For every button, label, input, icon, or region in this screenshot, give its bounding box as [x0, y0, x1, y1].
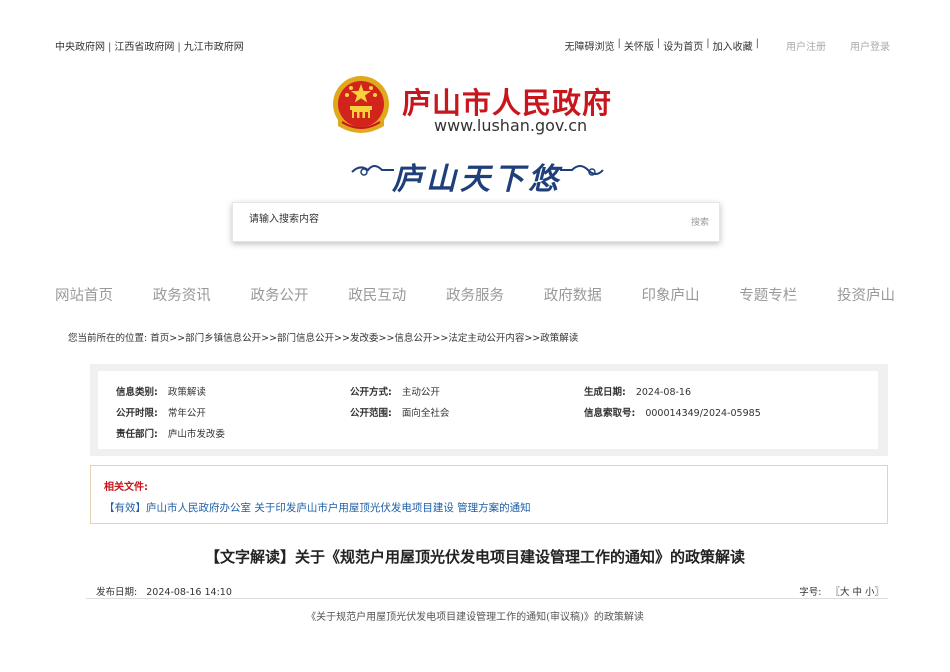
info-value: 庐山市发改委 [167, 429, 225, 440]
info-method: 公开方式: 主动公开 [350, 384, 440, 398]
info-label: 公开时限: [116, 408, 158, 419]
separator: | [755, 38, 759, 49]
slogan-text: 庐山天下悠 [392, 162, 562, 197]
info-dept: 责任部门: 庐山市发改委 [116, 426, 225, 440]
link-set-homepage[interactable]: 设为首页 [663, 38, 703, 53]
link-user-register[interactable]: 用户注册 [786, 38, 826, 53]
info-panel: 信息类别: 政策解读 公开方式: 主动公开 生成日期: 2024-08-16 公开时限… [90, 364, 888, 456]
link-accessibility[interactable]: 无障碍浏览 [565, 38, 615, 53]
info-value: 面向全社会 [401, 408, 450, 419]
info-value: 2024-08-16 [635, 387, 692, 398]
article-meta: 发布日期: 2024-08-16 14:10 字号: 〖大 中 小〗 [96, 584, 886, 598]
info-label: 公开方式: [350, 387, 392, 398]
info-index: 信息索取号: 000014349/2024-05985 [584, 405, 761, 419]
site-url: www.lushan.gov.cn [434, 116, 588, 135]
separator: | [656, 38, 661, 49]
info-value: 常年公开 [167, 408, 206, 419]
nav-data[interactable]: 政府数据 [544, 284, 602, 305]
article-title: 【文字解读】关于《规范户用屋顶光伏发电项目建设管理工作的通知》的政策解读 [204, 548, 745, 566]
separator: | [108, 42, 112, 53]
nav-services[interactable]: 政务服务 [446, 284, 504, 305]
nav-news[interactable]: 政务资讯 [153, 284, 211, 305]
nav-interaction[interactable]: 政民互动 [348, 284, 406, 305]
link-user-login[interactable]: 用户登录 [850, 38, 890, 53]
separator: | [177, 42, 181, 53]
info-scope: 公开范围: 面向全社会 [350, 405, 449, 419]
separator: | [706, 38, 710, 49]
info-label: 生成日期: [584, 387, 626, 398]
info-date: 生成日期: 2024-08-16 [584, 384, 691, 398]
search-input[interactable] [247, 213, 631, 226]
government-links: 中央政府网 | 江西省政府网 | 九江市政府网 [55, 38, 244, 53]
info-value: 主动公开 [401, 387, 440, 398]
info-value: 政策解读 [167, 387, 206, 398]
font-size-options[interactable]: 〖大 中 小〗 [830, 587, 884, 598]
info-label: 信息索取号: [584, 408, 636, 419]
related-files-box: 相关文件: 【有效】庐山市人民政府办公室 关于印发庐山市户用屋顶光伏发电项目建设… [90, 465, 888, 524]
nav-disclosure[interactable]: 政务公开 [251, 284, 309, 305]
slogan-banner: 庐山天下悠 [350, 150, 605, 197]
font-size-switcher: 字号: 〖大 中 小〗 [799, 584, 884, 598]
info-label: 责任部门: [116, 429, 158, 440]
related-file-link[interactable]: 【有效】庐山市人民政府办公室 关于印发庐山市户用屋顶光伏发电项目建设 管理方案的… [104, 500, 531, 515]
publish-date-value: 2024-08-16 14:10 [146, 587, 232, 598]
link-add-favorite[interactable]: 加入收藏 [713, 38, 753, 53]
nav-impression[interactable]: 印象庐山 [642, 284, 700, 305]
top-bar: 中央政府网 | 江西省政府网 | 九江市政府网 无障碍浏览 | 关怀版 | 设为首页 | 加入… [0, 38, 950, 54]
cloud-ornament-left-icon [351, 165, 394, 176]
separator: | [617, 38, 621, 49]
cloud-ornament-right-icon [560, 165, 604, 176]
article-subtitle: 《关于规范户用屋顶光伏发电项目建设管理工作的通知(审议稿)》的政策解读 [306, 612, 644, 623]
info-category: 信息类别: 政策解读 [116, 384, 206, 398]
related-files-title: 相关文件: [104, 482, 148, 493]
info-label: 公开范围: [350, 408, 392, 419]
link-jiujiang-gov[interactable]: 九江市政府网 [184, 42, 244, 53]
nav-topics[interactable]: 专题专栏 [739, 284, 797, 305]
utility-links: 无障碍浏览 | 关怀版 | 设为首页 | 加入收藏 | 用户注册 用户登录 [565, 38, 891, 53]
national-emblem-icon [333, 76, 389, 133]
divider [86, 598, 888, 599]
search-button[interactable]: 搜索 [691, 215, 709, 228]
site-logo[interactable]: 庐山市人民政府 www.lushan.gov.cn [330, 74, 630, 140]
link-care-version[interactable]: 关怀版 [624, 38, 654, 53]
nav-investment[interactable]: 投资庐山 [837, 284, 895, 305]
link-jiangxi-gov[interactable]: 江西省政府网 [114, 42, 174, 53]
search-box: 搜索 [232, 202, 720, 242]
info-value: 000014349/2024-05985 [645, 408, 761, 419]
breadcrumb: 您当前所在的位置: 首页>>部门乡镇信息公开>>部门信息公开>>发改委>>信息公… [68, 333, 579, 344]
info-label: 信息类别: [116, 387, 158, 398]
info-table: 信息类别: 政策解读 公开方式: 主动公开 生成日期: 2024-08-16 公开时限… [98, 371, 878, 449]
main-nav: 网站首页 政务资讯 政务公开 政民互动 政务服务 政府数据 印象庐山 专题专栏 … [55, 284, 895, 305]
link-central-gov[interactable]: 中央政府网 [55, 42, 105, 53]
nav-home[interactable]: 网站首页 [55, 284, 113, 305]
publish-date-label: 发布日期: [96, 587, 138, 598]
info-period: 公开时限: 常年公开 [116, 405, 206, 419]
font-size-label: 字号: [799, 587, 822, 598]
publish-date: 发布日期: 2024-08-16 14:10 [96, 584, 232, 598]
